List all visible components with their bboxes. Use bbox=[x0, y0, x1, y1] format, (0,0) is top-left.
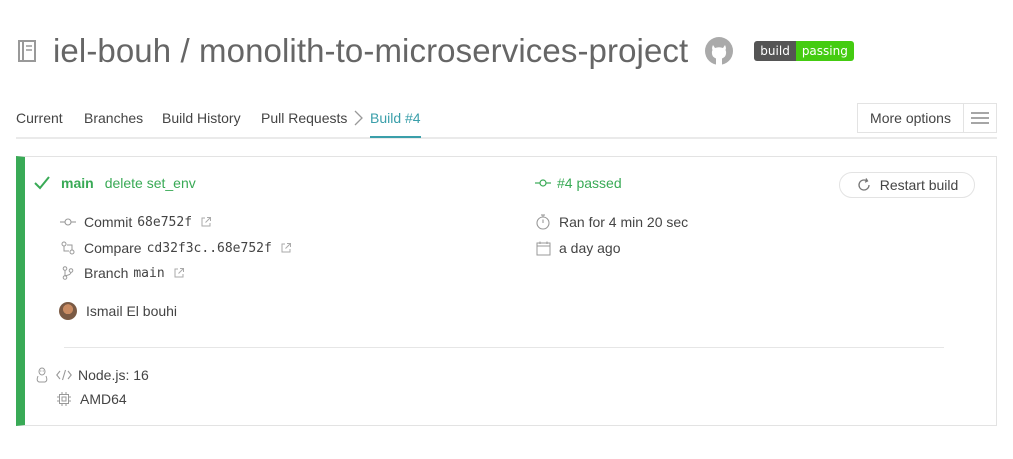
external-link-icon[interactable] bbox=[173, 267, 185, 279]
cpu-icon bbox=[56, 391, 72, 407]
compare-label: Compare bbox=[84, 240, 142, 256]
tab-current[interactable]: Current bbox=[16, 110, 63, 126]
branch-label: Branch bbox=[84, 265, 129, 281]
restart-build-button[interactable]: Restart build bbox=[839, 172, 975, 198]
branch-icon bbox=[60, 265, 76, 281]
external-link-icon[interactable] bbox=[280, 242, 292, 254]
chevron-right-icon bbox=[350, 109, 366, 127]
build-date: a day ago bbox=[559, 240, 621, 256]
avatar bbox=[59, 302, 77, 320]
build-branch[interactable]: main bbox=[61, 175, 94, 191]
repo-icon bbox=[16, 38, 38, 64]
architecture: AMD64 bbox=[80, 391, 127, 407]
commit-node-icon bbox=[535, 175, 551, 191]
author-name: Ismail El bouhi bbox=[86, 303, 178, 319]
stopwatch-icon bbox=[535, 214, 551, 230]
code-icon bbox=[56, 367, 72, 383]
build-card: main delete set_env #4 passed Restart bu… bbox=[16, 156, 997, 426]
compare-icon bbox=[60, 240, 76, 256]
arch-row: AMD64 bbox=[56, 391, 127, 407]
restart-icon bbox=[856, 177, 872, 193]
hamburger-menu-icon[interactable] bbox=[964, 104, 996, 132]
build-status-row: #4 passed bbox=[535, 175, 622, 191]
tab-branches[interactable]: Branches bbox=[84, 110, 143, 126]
duration-row: Ran for 4 min 20 sec bbox=[535, 214, 688, 230]
repo-title[interactable]: iel-bouh / monolith-to-microservices-pro… bbox=[53, 32, 688, 70]
commit-hash[interactable]: 68e752f bbox=[137, 215, 192, 230]
commit-row: Commit 68e752f bbox=[60, 214, 212, 230]
branch-row: Branch main bbox=[60, 265, 185, 281]
language-row: Node.js: 16 bbox=[34, 367, 149, 383]
build-title-row: main delete set_env bbox=[33, 174, 196, 192]
badge-status: passing bbox=[795, 41, 854, 61]
card-divider bbox=[64, 347, 944, 348]
commit-label: Commit bbox=[84, 214, 133, 230]
tab-build-4[interactable]: Build #4 bbox=[370, 110, 421, 138]
branch-name[interactable]: main bbox=[133, 266, 164, 281]
restart-build-label: Restart build bbox=[879, 177, 959, 193]
tab-build-history[interactable]: Build History bbox=[162, 110, 241, 126]
calendar-icon bbox=[535, 240, 551, 256]
compare-row: Compare cd32f3c..68e752f bbox=[60, 240, 292, 256]
repo-header: iel-bouh / monolith-to-microservices-pro… bbox=[16, 26, 854, 76]
commit-message[interactable]: delete set_env bbox=[105, 175, 196, 191]
build-status-badge[interactable]: build passing bbox=[754, 41, 854, 61]
commit-icon bbox=[60, 214, 76, 230]
date-row: a day ago bbox=[535, 240, 621, 256]
more-options-label: More options bbox=[858, 104, 964, 132]
compare-range[interactable]: cd32f3c..68e752f bbox=[147, 241, 272, 256]
language-version: Node.js: 16 bbox=[78, 367, 149, 383]
github-icon[interactable] bbox=[704, 36, 734, 66]
author-row: Ismail El bouhi bbox=[59, 302, 177, 320]
build-duration: Ran for 4 min 20 sec bbox=[559, 214, 689, 230]
external-link-icon[interactable] bbox=[200, 216, 212, 228]
linux-icon bbox=[34, 367, 50, 383]
badge-label: build bbox=[754, 41, 796, 61]
build-tabs: Current Branches Build History Pull Requ… bbox=[16, 103, 997, 139]
build-status[interactable]: #4 passed bbox=[557, 175, 622, 191]
tab-pull-requests[interactable]: Pull Requests bbox=[261, 110, 347, 126]
more-options-button[interactable]: More options bbox=[857, 103, 997, 133]
check-icon bbox=[33, 174, 51, 192]
